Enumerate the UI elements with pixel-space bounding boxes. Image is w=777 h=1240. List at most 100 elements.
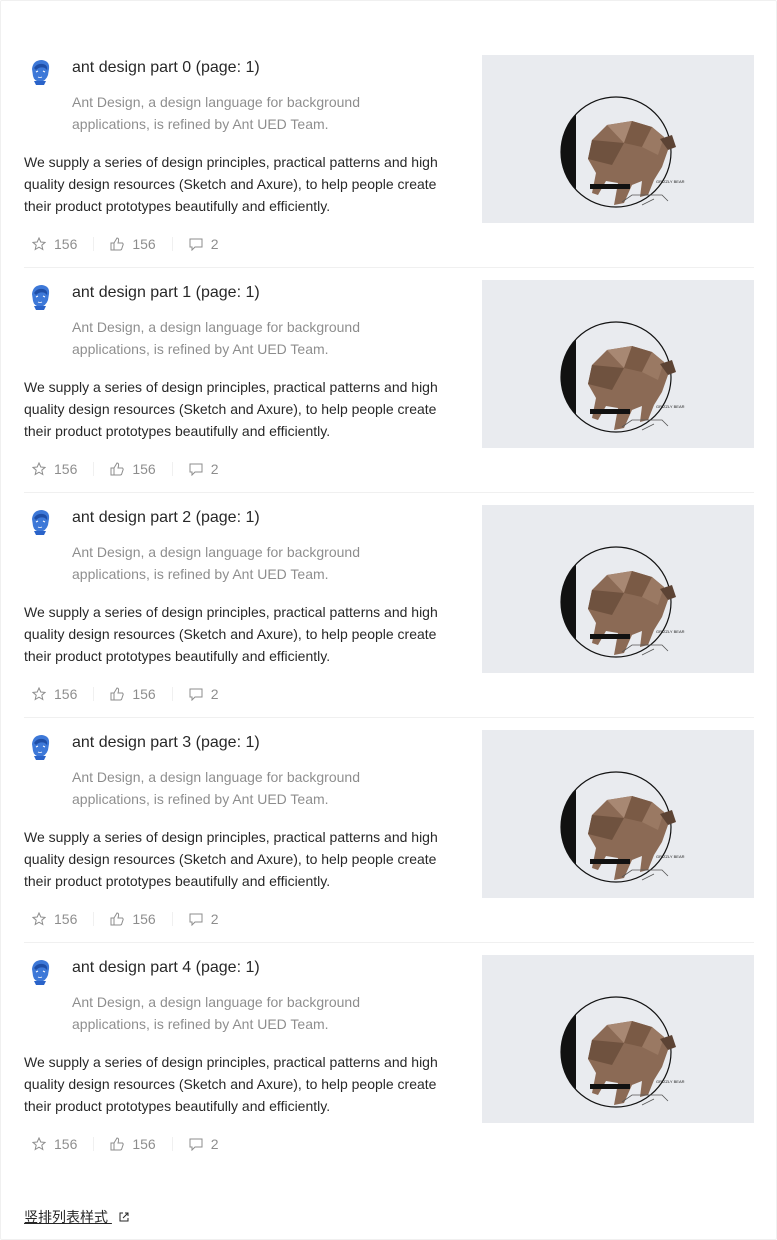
message-action[interactable]: 2 <box>181 233 227 255</box>
list-item: ant design part 4 (page: 1) Ant Design, … <box>24 943 754 1168</box>
like-icon <box>110 1137 125 1151</box>
message-count: 2 <box>210 686 219 702</box>
message-action[interactable]: 2 <box>181 683 227 705</box>
cover-caption: GRIZZLY BEAR <box>656 404 685 409</box>
item-actions: 156 156 2 <box>24 233 227 255</box>
item-title[interactable]: ant design part 4 (page: 1) <box>72 957 260 979</box>
avatar-face-icon <box>24 955 56 987</box>
item-title[interactable]: ant design part 1 (page: 1) <box>72 282 260 304</box>
item-content: We supply a series of design principles,… <box>24 379 438 439</box>
action-divider <box>93 912 95 926</box>
like-count: 156 <box>132 236 156 252</box>
item-cover-image[interactable]: GRIZZLY BEAR <box>482 955 754 1123</box>
item-cover-image[interactable]: GRIZZLY BEAR <box>482 55 754 223</box>
like-action[interactable]: 156 <box>102 683 163 705</box>
message-icon <box>189 1138 203 1151</box>
like-action[interactable]: 156 <box>102 1133 163 1155</box>
message-icon <box>189 463 203 476</box>
message-icon <box>189 913 203 926</box>
item-description: Ant Design, a design language for backgr… <box>72 319 360 357</box>
list-item: ant design part 3 (page: 1) Ant Design, … <box>24 718 754 943</box>
like-count: 156 <box>132 1136 156 1152</box>
item-content: We supply a series of design principles,… <box>24 604 438 664</box>
star-count: 156 <box>54 686 78 702</box>
avatar[interactable] <box>24 730 56 762</box>
message-icon <box>189 688 203 701</box>
avatar[interactable] <box>24 505 56 537</box>
like-action[interactable]: 156 <box>102 908 163 930</box>
cover-caption: GRIZZLY BEAR <box>656 629 685 634</box>
like-action[interactable]: 156 <box>102 233 163 255</box>
star-count: 156 <box>54 1136 78 1152</box>
avatar[interactable] <box>24 955 56 987</box>
item-cover-image[interactable]: GRIZZLY BEAR <box>482 280 754 448</box>
avatar-face-icon <box>24 730 56 762</box>
action-divider <box>93 237 95 251</box>
grizzly-bear-logo: GRIZZLY BEAR <box>482 505 754 673</box>
avatar-face-icon <box>24 280 56 312</box>
message-icon <box>189 238 203 251</box>
avatar-face-icon <box>24 55 56 87</box>
star-action[interactable]: 156 <box>24 1133 85 1155</box>
avatar-face-icon <box>24 505 56 537</box>
like-icon <box>110 237 125 251</box>
action-divider <box>93 462 95 476</box>
star-action[interactable]: 156 <box>24 908 85 930</box>
like-icon <box>110 912 125 926</box>
vertical-list-style-link[interactable]: 竖排列表样式 <box>24 1207 130 1227</box>
message-count: 2 <box>210 236 219 252</box>
message-count: 2 <box>210 461 219 477</box>
message-count: 2 <box>210 911 219 927</box>
star-action[interactable]: 156 <box>24 458 85 480</box>
item-actions: 156 156 2 <box>24 458 227 480</box>
star-icon <box>32 687 46 701</box>
cover-caption: GRIZZLY BEAR <box>656 179 685 184</box>
like-count: 156 <box>132 911 156 927</box>
avatar[interactable] <box>24 55 56 87</box>
external-link-icon <box>119 1212 129 1222</box>
item-cover-image[interactable]: GRIZZLY BEAR <box>482 505 754 673</box>
item-title[interactable]: ant design part 3 (page: 1) <box>72 732 260 754</box>
article-list: ant design part 0 (page: 1) Ant Design, … <box>24 55 754 1168</box>
grizzly-bear-logo: GRIZZLY BEAR <box>482 955 754 1123</box>
like-count: 156 <box>132 686 156 702</box>
grizzly-bear-logo: GRIZZLY BEAR <box>482 280 754 448</box>
star-count: 156 <box>54 236 78 252</box>
list-item: ant design part 2 (page: 1) Ant Design, … <box>24 493 754 718</box>
star-icon <box>32 912 46 926</box>
item-title[interactable]: ant design part 2 (page: 1) <box>72 507 260 529</box>
footer-link-label: 竖排列表样式 <box>24 1209 108 1225</box>
action-divider <box>171 462 173 476</box>
action-divider <box>171 237 173 251</box>
item-cover-image[interactable]: GRIZZLY BEAR <box>482 730 754 898</box>
item-description: Ant Design, a design language for backgr… <box>72 994 360 1032</box>
message-action[interactable]: 2 <box>181 908 227 930</box>
star-action[interactable]: 156 <box>24 683 85 705</box>
like-icon <box>110 462 125 476</box>
star-icon <box>32 1137 46 1151</box>
action-divider <box>171 1137 173 1151</box>
item-actions: 156 156 2 <box>24 1133 227 1155</box>
item-content: We supply a series of design principles,… <box>24 1054 438 1114</box>
message-action[interactable]: 2 <box>181 458 227 480</box>
item-content: We supply a series of design principles,… <box>24 154 438 214</box>
action-divider <box>171 912 173 926</box>
item-actions: 156 156 2 <box>24 683 227 705</box>
star-icon <box>32 237 46 251</box>
cover-caption: GRIZZLY BEAR <box>656 854 685 859</box>
list-item: ant design part 0 (page: 1) Ant Design, … <box>24 55 754 268</box>
item-title[interactable]: ant design part 0 (page: 1) <box>72 57 260 79</box>
avatar[interactable] <box>24 280 56 312</box>
star-action[interactable]: 156 <box>24 233 85 255</box>
cover-caption: GRIZZLY BEAR <box>656 1079 685 1084</box>
item-description: Ant Design, a design language for backgr… <box>72 769 360 807</box>
message-action[interactable]: 2 <box>181 1133 227 1155</box>
like-action[interactable]: 156 <box>102 458 163 480</box>
action-divider <box>171 687 173 701</box>
action-divider <box>93 1137 95 1151</box>
star-count: 156 <box>54 911 78 927</box>
item-description: Ant Design, a design language for backgr… <box>72 94 360 132</box>
like-icon <box>110 687 125 701</box>
list-item: ant design part 1 (page: 1) Ant Design, … <box>24 268 754 493</box>
star-icon <box>32 462 46 476</box>
